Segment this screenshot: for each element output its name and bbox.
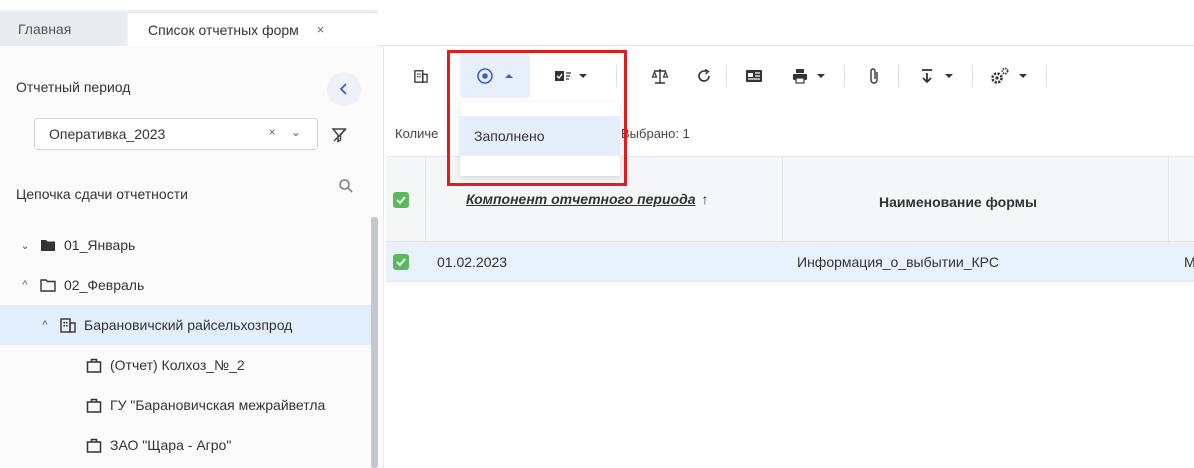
period-select[interactable]: Оперативка_2023 × ⌄ [34,118,318,150]
caret-down-icon [817,74,825,78]
building-icon [60,317,76,333]
clear-filter-icon[interactable] [331,126,349,144]
briefcase-icon [86,357,102,373]
folder-filled-icon [40,237,56,253]
cell-date: 01.02.2023 [437,254,508,270]
column-header-form-name[interactable]: Наименование формы [879,194,1037,210]
download-button[interactable] [912,54,962,98]
caret-down-icon [1019,74,1027,78]
cell-form-name: Информация_о_выбытии_КРС [797,254,999,270]
selected-count: Выбрано: 1 [621,126,690,141]
highlight-annotation [447,50,627,186]
period-title: Отчетный период [16,79,131,95]
cell-extra: М [1184,254,1194,270]
folder-open-icon [40,277,56,293]
column-header-component[interactable]: Компонент отчетного периода ↑ [466,191,709,207]
tab-home[interactable]: Главная [0,12,126,46]
toolbar-separator [844,65,845,87]
download-icon [922,69,932,84]
left-panel: Отчетный период Оперативка_2023 × ⌄ Цепо… [0,46,384,468]
settings-button[interactable] [982,54,1036,98]
column-divider [782,157,783,243]
settings-icon [991,67,1009,84]
print-button[interactable] [784,54,834,98]
chain-title: Цепочка сдачи отчетности [16,186,188,202]
tree-item-label: Барановичский райсельхозпрод [84,317,293,333]
tree-item-kolkhoz[interactable]: (Отчет) Колхоз_№_2 [0,345,371,385]
close-icon[interactable]: × [317,22,325,37]
tab-bar: Главная Список отчетных форм × [0,0,1194,46]
caret-down-icon [945,74,953,78]
period-select-controls[interactable]: × ⌄ [269,125,307,139]
id-card-icon[interactable] [741,54,767,98]
tree-item-baranovichi[interactable]: ^ Барановичский райсельхозпрод [0,305,371,345]
tree-item-label: ГУ "Барановичская межрайветла [110,397,326,413]
column-divider [1168,157,1169,243]
period-select-value: Оперативка_2023 [49,126,166,142]
row-checkbox[interactable] [393,254,409,270]
select-all-checkbox[interactable] [393,192,409,208]
tree-item-shchara[interactable]: ЗАО "Щара - Агро" [0,425,371,465]
table-row[interactable]: 01.02.2023 Информация_о_выбытии_КРС М [386,242,1194,282]
tree-item-february[interactable]: ^ 02_Февраль [0,265,371,305]
briefcase-icon [86,437,102,453]
tab-home-label: Главная [18,21,72,37]
toolbar-separator [898,65,899,87]
record-count: Количе 1 Выбрано: 1 [395,126,690,141]
tree-item-label: ЗАО "Щара - Агро" [110,437,232,453]
tab-report-forms-label: Список отчетных форм [148,21,299,38]
tab-divider [378,45,1194,46]
building-icon[interactable] [408,54,434,98]
tree-item-label: 01_Январь [64,237,136,253]
sort-arrow-icon[interactable]: ↑ [702,191,709,207]
column-divider [425,157,426,243]
paperclip-icon[interactable] [862,54,886,98]
count-prefix: Количе [395,126,439,141]
chevron-down-icon[interactable]: ⌄ [18,239,32,252]
print-icon [793,69,807,84]
tree-item-january[interactable]: ⌄ 01_Январь [0,225,371,265]
column-header-component-label: Компонент отчетного периода [466,191,696,207]
search-icon[interactable] [338,178,354,194]
collapse-panel-button[interactable] [327,72,361,106]
tree-item-vet[interactable]: ГУ "Барановичская межрайветла [0,385,371,425]
refresh-icon[interactable] [692,54,716,98]
toolbar-separator [972,65,973,87]
sidebar-scrollbar[interactable] [371,217,378,468]
chevron-left-icon [339,83,347,95]
toolbar-separator [1046,65,1047,87]
tree-item-label: (Отчет) Колхоз_№_2 [110,357,245,373]
tab-report-forms[interactable]: Список отчетных форм × [128,12,378,46]
scales-icon[interactable] [648,54,672,98]
chevron-up-icon[interactable]: ^ [38,319,52,331]
briefcase-icon [86,397,102,413]
chevron-up-icon[interactable]: ^ [18,279,32,291]
toolbar-separator [726,65,727,87]
tree-item-label: 02_Февраль [64,277,145,293]
